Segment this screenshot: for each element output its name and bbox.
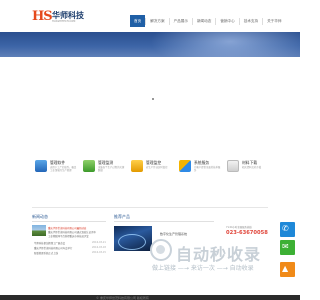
document-icon — [227, 160, 239, 172]
wechat-icon: ✉ — [282, 242, 289, 251]
news-item[interactable]: 重庆华师世茂科技有限公司年会举行 — [34, 246, 72, 250]
news-item[interactable]: 工业物联网平台获得重庆市科技进步奖 — [48, 234, 89, 238]
news-item[interactable]: 新版管理系统正式上线 — [34, 251, 58, 255]
watermark-overlay: 自动秒收录 做上链接 —→ 来访一次 —→ 自动收录 — [150, 235, 290, 275]
products-section-title: 推荐产品 — [114, 214, 130, 219]
nav-item-home[interactable]: 首页 — [130, 15, 146, 27]
qq-button[interactable]: ✆ — [280, 222, 295, 237]
feature-description: 相关资料文档下载 — [242, 166, 262, 169]
product-image[interactable] — [114, 226, 152, 251]
feature-list: 管理软件 适用于工厂的软件，覆盖工业领域的生产管理 管理监测 采集各个生产过程的… — [32, 152, 268, 196]
nav-item-solutions[interactable]: 解决方案 — [146, 15, 168, 27]
products-title-underline — [114, 221, 214, 222]
product-image-ring — [118, 234, 146, 250]
feature-item[interactable]: 管理软件 适用于工厂的软件，覆盖工业领域的生产管理 — [32, 152, 76, 196]
feature-item[interactable]: 材料下载 相关资料文档下载 — [224, 152, 268, 196]
software-icon — [35, 160, 47, 172]
news-title-underline — [32, 221, 106, 222]
feature-description: 对生产作业实时监控 — [146, 166, 168, 169]
news-section-title: 新闻动态 — [32, 214, 48, 219]
footer-copyright: © 重庆华师世茂科技有限公司 版权所有 — [96, 295, 149, 300]
monitor-icon — [83, 160, 95, 172]
loading-indicator — [152, 98, 154, 100]
logo-mark: HS — [32, 9, 53, 24]
nav-item-news[interactable]: 新闻动态 — [193, 15, 215, 27]
wechat-button[interactable]: ✉ — [280, 240, 295, 255]
watermark-logo-icon — [150, 239, 172, 261]
feature-description: 为客户提供全面的技术服务 — [194, 166, 221, 173]
nav-item-about[interactable]: 关于华师 — [263, 15, 285, 27]
qq-icon: ✆ — [282, 224, 289, 233]
watermark-subtitle: 做上链接 —→ 来访一次 —→ 自动收录 — [152, 265, 254, 272]
section-divider — [32, 207, 268, 208]
news-date: 2016-03-21 — [92, 241, 106, 244]
watermark-title: 自动秒收录 — [176, 245, 262, 264]
news-item[interactable]: 华师科技参加智慧工厂展览会 — [34, 241, 65, 245]
main-nav: 首页 解决方案 产品展示 新闻动态 营销中心 技术支持 关于华师 — [130, 15, 285, 27]
news-thumbnail[interactable] — [32, 225, 46, 236]
back-to-top-icon: ▲ — [282, 264, 289, 273]
logo-subtitle: HUASHITECH.COM — [52, 20, 76, 23]
nav-item-marketing[interactable]: 营销中心 — [216, 15, 238, 27]
contact-label: 7×24小时全国服务热线 — [226, 226, 252, 229]
hero-banner[interactable] — [0, 32, 300, 57]
news-date: 2016-03-18 — [92, 246, 106, 249]
service-icon — [179, 160, 191, 172]
banner-glow — [150, 32, 300, 57]
back-to-top-button[interactable]: ▲ — [280, 262, 295, 277]
site-logo[interactable]: HS 华师科技 HUASHITECH.COM — [32, 9, 90, 27]
feature-description: 采集各个生产过程的关键数据 — [98, 166, 125, 173]
nav-item-support[interactable]: 技术支持 — [240, 15, 262, 27]
camera-icon — [131, 160, 143, 172]
site-footer: © 重庆华师世茂科技有限公司 版权所有 — [0, 295, 300, 300]
nav-item-products[interactable]: 产品展示 — [170, 15, 192, 27]
feature-item[interactable]: 管理监测 采集各个生产过程的关键数据 — [80, 152, 124, 196]
feature-description: 适用于工厂的软件，覆盖工业领域的生产管理 — [50, 166, 77, 173]
site-header: HS 华师科技 HUASHITECH.COM 首页 解决方案 产品展示 新闻动态… — [0, 0, 300, 32]
news-date: 2016-03-15 — [92, 251, 106, 254]
feature-item[interactable]: 管理监控 对生产作业实时监控 — [128, 152, 172, 196]
feature-item[interactable]: 系统服务 为客户提供全面的技术服务 — [176, 152, 220, 196]
